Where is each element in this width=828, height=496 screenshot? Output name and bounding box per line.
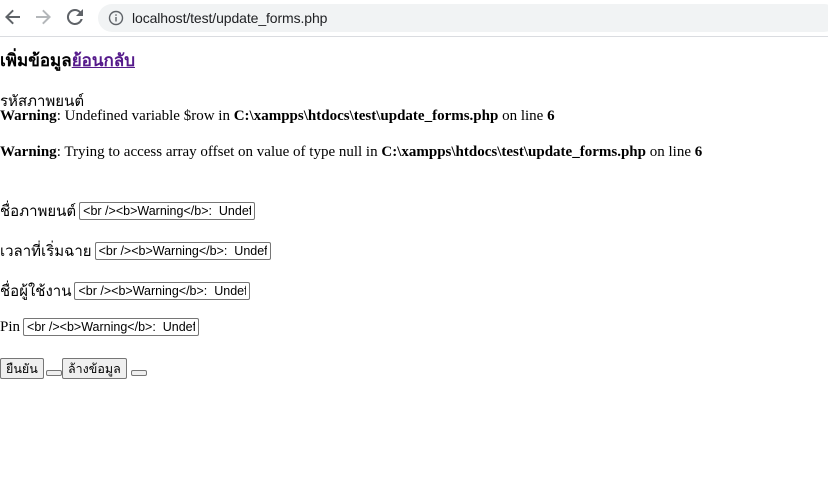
warning-path: C:\xampps\htdocs\test\update_forms.php — [233, 108, 499, 124]
warning-message: : Trying to access array offset on value… — [56, 144, 382, 160]
php-warning-2: Warning: Trying to access array offset o… — [0, 144, 702, 161]
movie-name-label: ชื่อภาพยนต์ — [0, 204, 77, 220]
username-label: ชื่อผู้ใช้งาน — [0, 284, 72, 300]
empty-button-1[interactable] — [46, 370, 62, 376]
warning-line: 6 — [547, 108, 555, 124]
warning-on-line: on line — [498, 108, 548, 124]
url-text[interactable]: localhost/test/update_forms.php — [132, 10, 327, 26]
warning-prefix: Warning — [0, 108, 57, 124]
reload-icon[interactable] — [62, 4, 88, 30]
warning-message: : Undefined variable $row in — [56, 108, 234, 124]
back-arrow-icon[interactable] — [0, 4, 26, 30]
submit-button[interactable]: ยืนยัน — [0, 358, 44, 379]
pin-label: Pin — [0, 318, 21, 335]
empty-button-2[interactable] — [131, 370, 147, 376]
username-input[interactable] — [74, 282, 251, 300]
back-link[interactable]: ย้อนกลับ — [72, 51, 135, 70]
movie-name-row: ชื่อภาพยนต์ — [0, 199, 256, 223]
clear-button[interactable]: ล้างข้อมูล — [62, 358, 127, 379]
warning-line: 6 — [694, 144, 703, 160]
browser-toolbar: localhost/test/update_forms.php — [0, 0, 828, 37]
php-warning-1: Warning: Undefined variable $row in C:\x… — [0, 108, 555, 125]
page-title: เพิ่มข้อมูลย้อนกลับ — [0, 47, 135, 74]
page-title-text: เพิ่มข้อมูล — [0, 51, 72, 70]
pin-input[interactable] — [23, 318, 200, 336]
start-time-input[interactable] — [94, 242, 271, 260]
warning-path: C:\xampps\htdocs\test\update_forms.php — [381, 144, 646, 160]
forward-arrow-icon[interactable] — [30, 4, 56, 30]
page-content: เพิ่มข้อมูลย้อนกลับ รหัสภาพยนต์ Warning:… — [0, 37, 828, 496]
start-time-label: เวลาที่เริ่มฉาย — [0, 244, 92, 260]
address-bar[interactable]: localhost/test/update_forms.php — [98, 4, 828, 32]
pin-row: Pin — [0, 318, 200, 336]
start-time-row: เวลาที่เริ่มฉาย — [0, 239, 271, 263]
username-row: ชื่อผู้ใช้งาน — [0, 279, 251, 303]
info-icon[interactable] — [108, 10, 124, 26]
warning-prefix: Warning — [0, 144, 57, 160]
movie-name-input[interactable] — [79, 202, 256, 220]
warning-on-line: on line — [645, 144, 695, 160]
